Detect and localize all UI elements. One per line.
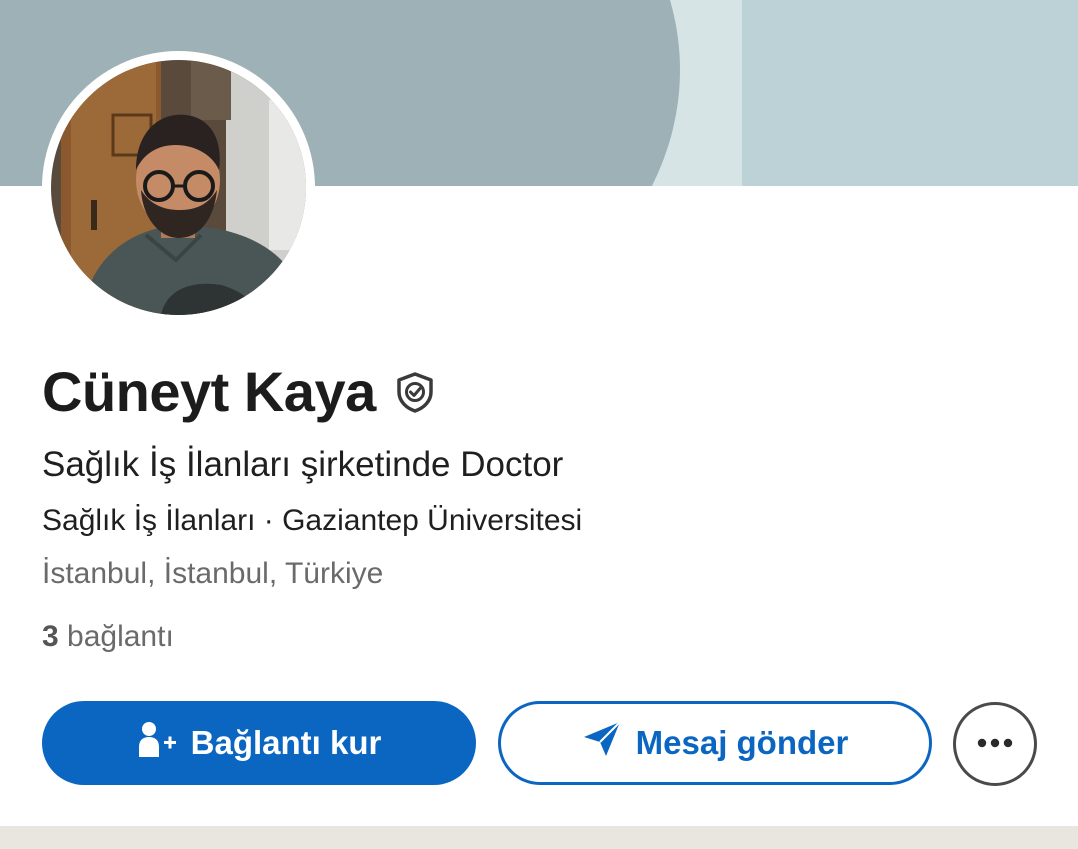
send-icon <box>582 720 622 766</box>
shield-check-icon[interactable] <box>394 371 436 413</box>
profile-page: Cüneyt Kaya Sağlık İş İlanları şirketind… <box>0 0 1078 849</box>
message-label: Mesaj gönder <box>635 724 849 761</box>
banner-block <box>742 0 1078 186</box>
more-button[interactable] <box>953 702 1037 786</box>
avatar-photo <box>51 60 306 315</box>
connect-button[interactable]: Bağlantı kur <box>42 701 476 785</box>
connect-label: Bağlantı kur <box>190 724 382 761</box>
more-horizontal-icon <box>975 735 1015 753</box>
connections-count[interactable]: 3 bağlantı <box>42 618 174 656</box>
connections-label: bağlantı <box>67 620 174 653</box>
connections-number: 3 <box>42 620 59 653</box>
avatar[interactable] <box>42 51 315 324</box>
message-button[interactable]: Mesaj gönder <box>498 701 932 785</box>
profile-name: Cüneyt Kaya <box>42 360 376 423</box>
section-divider <box>0 826 1078 849</box>
profile-location: İstanbul, İstanbul, Türkiye <box>42 557 384 590</box>
name-row: Cüneyt Kaya <box>42 360 436 424</box>
profile-headline: Sağlık İş İlanları şirketinde Doctor <box>42 445 564 484</box>
add-person-icon <box>137 721 177 765</box>
profile-organizations[interactable]: Sağlık İş İlanları · Gaziantep Üniversit… <box>42 502 582 540</box>
